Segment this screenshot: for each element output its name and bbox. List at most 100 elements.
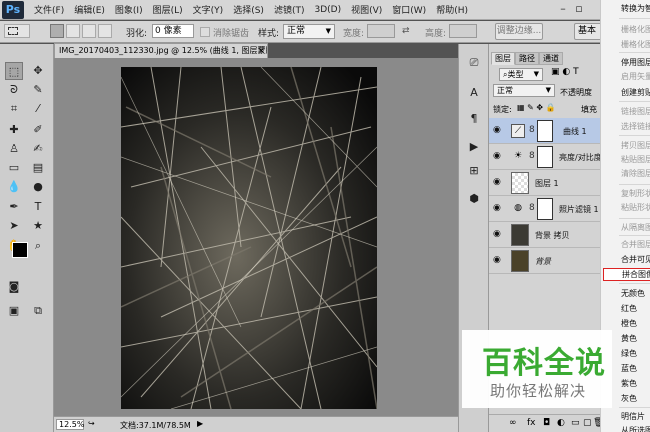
intersect-selection-icon[interactable] — [98, 24, 112, 38]
layer-row[interactable]: ◉ ☀ 8 亮度/对比度 1 — [489, 144, 609, 170]
gradient-tool-icon[interactable]: ▤ — [29, 159, 47, 177]
style-select[interactable]: 正常 ▼ — [283, 24, 335, 39]
context-menu-item[interactable]: 绿色 — [621, 348, 637, 359]
context-menu-item[interactable]: 拼合图像 — [603, 268, 650, 281]
layer-row[interactable]: ◉ ◍ 8 照片滤镜 1 — [489, 196, 601, 222]
swap-colors-icon[interactable] — [29, 236, 47, 254]
context-menu-item[interactable]: 橙色 — [621, 318, 637, 329]
eye-icon[interactable]: ◉ — [493, 177, 503, 187]
layer-row[interactable]: ◉ ⟋ 8 曲线 1 — [489, 118, 601, 144]
layer-row[interactable]: ◉ 背景 — [489, 248, 601, 274]
close-icon[interactable]: × — [257, 44, 265, 58]
actions-icon[interactable]: ▶ — [465, 138, 483, 156]
screen-mode-icon[interactable]: ▣ — [5, 302, 23, 320]
clone-stamp-tool-icon[interactable]: ♙ — [5, 140, 23, 158]
add-selection-icon[interactable] — [66, 24, 80, 38]
group-icon[interactable]: ▭ — [571, 415, 580, 432]
antialias-checkbox[interactable] — [200, 27, 210, 37]
document-tab[interactable]: IMG_20170403_112330.jpg @ 12.5% (曲线 1, 图… — [54, 43, 268, 58]
blur-tool-icon[interactable]: 💧 — [5, 178, 23, 196]
eye-icon[interactable]: ◉ — [493, 255, 503, 265]
pen-tool-icon[interactable]: ✒ — [5, 198, 23, 216]
context-menu-item[interactable]: 红色 — [621, 303, 637, 314]
eye-icon[interactable]: ◉ — [493, 125, 503, 135]
eye-icon[interactable]: ◉ — [493, 151, 503, 161]
context-menu-item[interactable]: 紫色 — [621, 378, 637, 389]
layer-mask-thumbnail[interactable] — [537, 198, 553, 220]
context-menu-item[interactable]: 转换为智能对象 — [621, 3, 650, 14]
menu-3d[interactable]: 3D(D) — [314, 5, 341, 15]
quick-mask-icon[interactable]: ◙ — [5, 278, 23, 296]
menu-filter[interactable]: 滤镜(T) — [274, 3, 305, 16]
properties-icon[interactable]: ⊞ — [465, 162, 483, 180]
context-menu-item[interactable]: 合并可见图层 — [621, 254, 650, 265]
layer-row[interactable]: ◉ 图层 1 — [489, 170, 601, 196]
layer-mask-thumbnail[interactable] — [537, 146, 553, 168]
brush-tool-icon[interactable]: ✐ — [29, 121, 47, 139]
type-tool-icon[interactable]: T — [29, 198, 47, 216]
context-menu-item[interactable]: 创建剪贴蒙版 — [621, 87, 650, 98]
tab-paths[interactable]: 路径 — [515, 52, 539, 65]
new-selection-icon[interactable] — [50, 24, 64, 38]
tab-channels[interactable]: 通道 — [539, 52, 563, 65]
status-menu-icon[interactable]: ↪ — [88, 419, 95, 428]
menu-help[interactable]: 帮助(H) — [436, 3, 468, 16]
zoom-field[interactable]: 12.5% — [56, 419, 84, 430]
layer-kind-filter[interactable]: ⌕类型 ▼ — [499, 68, 543, 81]
marquee-preset-icon[interactable] — [4, 24, 30, 38]
3d-icon[interactable]: ⬢ — [465, 190, 483, 208]
rect-marquee-tool-icon[interactable]: ⬚ — [5, 62, 23, 80]
crop-tool-icon[interactable]: ⌗ — [5, 100, 23, 118]
menu-image[interactable]: 图象(I) — [115, 3, 143, 16]
paragraph-icon[interactable]: ¶ — [465, 110, 483, 128]
menu-file[interactable]: 文件(F) — [34, 3, 64, 16]
healing-brush-tool-icon[interactable]: ✚ — [5, 121, 23, 139]
quick-select-tool-icon[interactable]: ✎ — [29, 81, 47, 99]
context-menu-item[interactable]: 黄色 — [621, 333, 637, 344]
context-menu-item[interactable]: 蓝色 — [621, 363, 637, 374]
context-menu-item[interactable]: 无颜色 — [621, 288, 645, 299]
height-input[interactable] — [449, 24, 477, 38]
mask-icon[interactable]: ◘ — [543, 415, 550, 432]
new-layer-icon[interactable]: ▢ — [583, 415, 592, 432]
link-icon[interactable]: ∞ — [509, 415, 517, 432]
menu-edit[interactable]: 编辑(E) — [74, 3, 105, 16]
subtract-selection-icon[interactable] — [82, 24, 96, 38]
lasso-tool-icon[interactable]: ᘐ — [5, 81, 23, 99]
feather-input[interactable]: 0 像素 — [152, 24, 194, 38]
screen-mode-menu-icon[interactable]: ⧉ — [29, 302, 47, 320]
history-brush-tool-icon[interactable]: ✍ — [29, 140, 47, 158]
context-menu-item[interactable]: 从所选图层新建3D模型 — [621, 425, 650, 432]
status-arrow-icon[interactable]: ▶ — [197, 419, 203, 428]
lock-icons[interactable]: ▦ ✎ ✥ 🔒 — [517, 103, 556, 112]
menu-layer[interactable]: 图层(L) — [153, 3, 183, 16]
refine-edge-button[interactable]: 调整边缘... — [495, 23, 543, 40]
menu-window[interactable]: 窗口(W) — [392, 3, 426, 16]
context-menu-item[interactable]: 明信片 — [621, 411, 645, 422]
menu-select[interactable]: 选择(S) — [233, 3, 264, 16]
blend-mode-select[interactable]: 正常 ▼ — [493, 84, 555, 97]
eye-icon[interactable]: ◉ — [493, 229, 503, 239]
menu-type[interactable]: 文字(Y) — [193, 3, 224, 16]
eraser-tool-icon[interactable]: ▭ — [5, 159, 23, 177]
layer-row[interactable]: ◉ 背景 拷贝 — [489, 222, 601, 248]
history-icon[interactable]: ⎚ — [465, 54, 483, 72]
path-select-tool-icon[interactable]: ➤ — [5, 217, 23, 235]
maximize-icon[interactable]: ▫ — [572, 1, 586, 17]
photo-canvas[interactable] — [121, 67, 377, 409]
context-menu-item[interactable]: 停用图层蒙版 — [621, 57, 650, 68]
move-tool-icon[interactable]: ✥ — [29, 62, 47, 80]
character-icon[interactable]: A — [465, 84, 483, 102]
layer-mask-thumbnail[interactable] — [537, 120, 553, 142]
adjustment-icon[interactable]: ◐ — [557, 415, 565, 432]
dodge-tool-icon[interactable]: ● — [29, 178, 47, 196]
filter-icons[interactable]: ▣ ◐ T — [551, 67, 579, 77]
width-input[interactable] — [367, 24, 395, 38]
tab-layers[interactable]: 图层 — [491, 52, 515, 65]
eye-icon[interactable]: ◉ — [493, 203, 503, 213]
context-menu-item[interactable]: 灰色 — [621, 393, 637, 404]
foreground-color-swatch[interactable] — [12, 242, 28, 258]
fx-icon[interactable]: fx — [527, 415, 536, 432]
eyedropper-tool-icon[interactable]: ⁄ — [29, 100, 47, 118]
minimize-icon[interactable]: – — [556, 1, 570, 17]
